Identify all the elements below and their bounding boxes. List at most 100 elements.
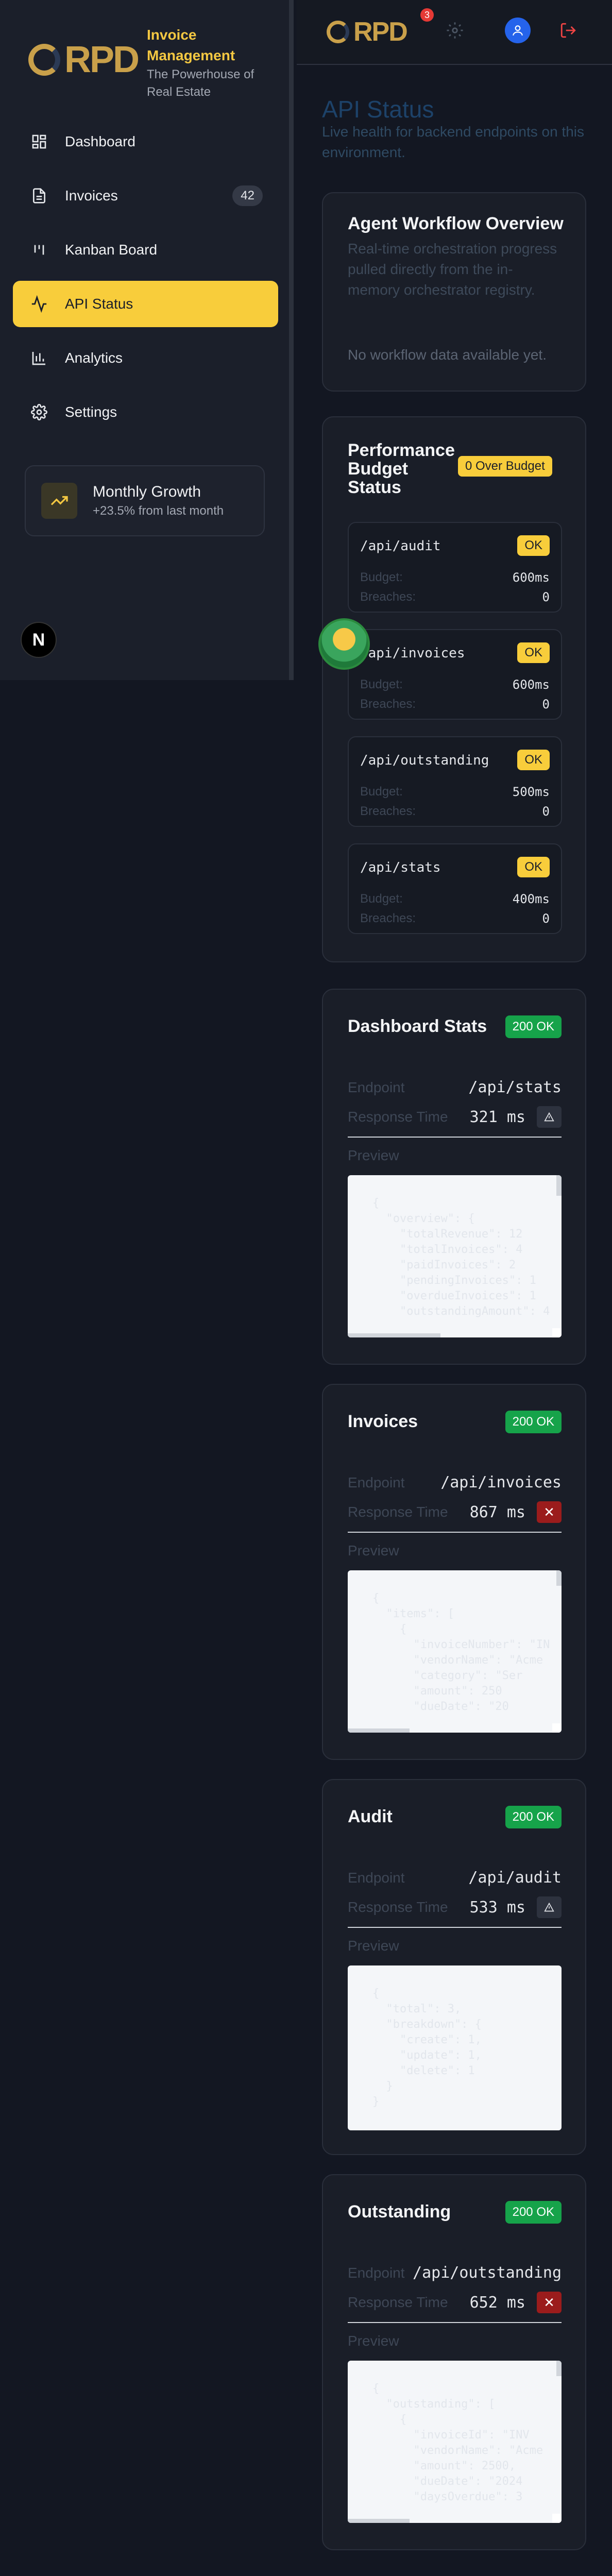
breaches-value: 0 xyxy=(542,804,550,819)
http-status-badge: 200 OK xyxy=(505,1806,562,1828)
breaches-value: 0 xyxy=(542,697,550,711)
dashboard-icon xyxy=(30,132,48,151)
endpoint-budget-item: /api/audit OK Budget: 600ms Breaches: 0 xyxy=(348,522,562,613)
floating-assistant-avatar[interactable] xyxy=(318,618,370,670)
brand[interactable]: RPD Invoice Management The Powerhouse of… xyxy=(28,25,270,101)
endpoint-value: /api/stats xyxy=(468,1078,562,1096)
response-time-value: 867 ms xyxy=(469,1503,525,1521)
response-time-label: Response Time xyxy=(348,1109,448,1125)
card-title: Agent Workflow Overview xyxy=(348,214,564,233)
breaches-label: Breaches: xyxy=(360,697,416,711)
kanban-icon xyxy=(30,241,48,259)
endpoint-budget-item: /api/invoices OK Budget: 600ms Breaches: 0 xyxy=(348,629,562,720)
preview-label: Preview xyxy=(348,1938,399,1954)
nextjs-dev-badge[interactable]: N xyxy=(21,622,57,658)
budget-label: Budget: xyxy=(360,570,403,584)
header-logo[interactable]: RPD xyxy=(327,16,408,47)
budget-label: Budget: xyxy=(360,785,403,799)
endpoint-budget-item: /api/outstanding OK Budget: 500ms Breache… xyxy=(348,736,562,827)
logo-text: RPD xyxy=(353,17,408,47)
preview-label: Preview xyxy=(348,1147,399,1163)
logo-text: RPD xyxy=(64,39,140,80)
top-header: RPD 3 xyxy=(297,0,612,65)
document-icon xyxy=(30,187,48,205)
brand-title: Invoice Management xyxy=(147,27,235,63)
breaches-label: Breaches: xyxy=(360,590,416,604)
json-preview[interactable]: { "outstanding": [ { "invoiceId": "INV "… xyxy=(348,2361,562,2523)
sidebar-item-label: Kanban Board xyxy=(65,242,158,258)
dashboard-stats-card: Dashboard Stats 200 OK Endpoint/api/stat… xyxy=(322,989,586,1365)
endpoint-value: /api/audit xyxy=(468,1869,562,1887)
budget-label: Budget: xyxy=(360,892,403,906)
user-avatar-button[interactable] xyxy=(505,18,531,43)
response-time-value: 533 ms xyxy=(469,1898,525,1917)
response-time-value: 652 ms xyxy=(469,2293,525,2312)
budget-label: Budget: xyxy=(360,677,403,691)
invoice-count-badge: 42 xyxy=(232,185,263,206)
sidebar-item-label: Analytics xyxy=(65,350,123,366)
divider xyxy=(348,1532,562,1533)
endpoint-label: Endpoint xyxy=(348,1079,405,1095)
json-preview-text: { "total": 3, "breakdown": { "create": 1… xyxy=(372,1987,482,2108)
response-time-label: Response Time xyxy=(348,1899,448,1915)
card-title: Performance Budget Status xyxy=(348,440,455,497)
preview-hscrollbar[interactable] xyxy=(348,1728,410,1733)
notification-count-badge[interactable]: 3 xyxy=(420,8,434,22)
card-title: Dashboard Stats xyxy=(348,1016,487,1036)
preview-scrollbar[interactable] xyxy=(556,2361,562,2376)
card-title: Audit xyxy=(348,1807,393,1826)
sidebar-scrollbar[interactable] xyxy=(289,0,294,680)
error-x-icon: ✕ xyxy=(537,2292,562,2313)
monthly-growth-card: Monthly Growth +23.5% from last month xyxy=(25,465,265,536)
budget-value: 600ms xyxy=(512,677,550,692)
warning-icon xyxy=(537,1896,562,1918)
preview-hscrollbar[interactable] xyxy=(348,2519,410,2523)
preview-hscrollbar[interactable] xyxy=(348,1333,440,1337)
sidebar-item-label: Invoices xyxy=(65,188,118,204)
growth-subtitle: +23.5% from last month xyxy=(93,504,224,518)
invoices-stats-card: Invoices 200 OK Endpoint/api/invoices Re… xyxy=(322,1384,586,1760)
breaches-label: Breaches: xyxy=(360,911,416,925)
page-title: API Status xyxy=(322,96,434,123)
warning-icon xyxy=(537,1106,562,1128)
sidebar-item-analytics[interactable]: Analytics xyxy=(13,335,278,381)
logo-mark-icon xyxy=(28,44,60,76)
endpoint-label: Endpoint xyxy=(348,2264,405,2281)
settings-gear-icon[interactable] xyxy=(446,22,464,42)
endpoint-budget-item: /api/stats OK Budget: 400ms Breaches: 0 xyxy=(348,843,562,934)
activity-icon xyxy=(30,295,48,313)
user-icon xyxy=(513,25,523,36)
divider xyxy=(348,1927,562,1928)
breaches-label: Breaches: xyxy=(360,804,416,818)
response-time-value: 321 ms xyxy=(469,1108,525,1126)
sidebar-item-api-status[interactable]: API Status xyxy=(13,281,278,327)
sidebar: RPD Invoice Management The Powerhouse of… xyxy=(0,0,294,680)
json-preview-text: { "items": [ { "invoiceNumber": "IN "ven… xyxy=(372,1592,550,1713)
outstanding-stats-card: Outstanding 200 OK Endpoint/api/outstand… xyxy=(322,2174,586,2550)
rpd-logo: RPD xyxy=(28,39,142,80)
logout-icon[interactable] xyxy=(559,22,577,42)
response-time-label: Response Time xyxy=(348,1504,448,1520)
divider xyxy=(348,2322,562,2323)
sidebar-item-dashboard[interactable]: Dashboard xyxy=(13,118,278,165)
card-title: Invoices xyxy=(348,1412,418,1431)
budget-value: 600ms xyxy=(512,570,550,585)
preview-scrollbar[interactable] xyxy=(556,1175,562,1196)
scroll-corner xyxy=(552,1328,562,1337)
growth-title: Monthly Growth xyxy=(93,483,201,500)
sidebar-item-invoices[interactable]: Invoices 42 xyxy=(13,173,278,219)
audit-stats-card: Audit 200 OK Endpoint/api/audit Response… xyxy=(322,1779,586,2155)
status-badge: OK xyxy=(517,642,550,663)
preview-scrollbar[interactable] xyxy=(556,1570,562,1586)
gear-icon xyxy=(30,403,48,421)
endpoint-value: /api/outstanding xyxy=(413,2264,562,2282)
json-preview[interactable]: { "items": [ { "invoiceNumber": "IN "ven… xyxy=(348,1570,562,1733)
json-preview[interactable]: { "overview": { "totalRevenue": 12 "tota… xyxy=(348,1175,562,1337)
scroll-corner xyxy=(552,1723,562,1733)
breaches-value: 0 xyxy=(542,911,550,926)
performance-budget-card: Performance Budget Status 0 Over Budget … xyxy=(322,416,586,962)
endpoint-value: /api/invoices xyxy=(440,1473,562,1492)
sidebar-item-settings[interactable]: Settings xyxy=(13,389,278,435)
sidebar-item-kanban[interactable]: Kanban Board xyxy=(13,227,278,273)
json-preview[interactable]: { "total": 3, "breakdown": { "create": 1… xyxy=(348,1965,562,2130)
